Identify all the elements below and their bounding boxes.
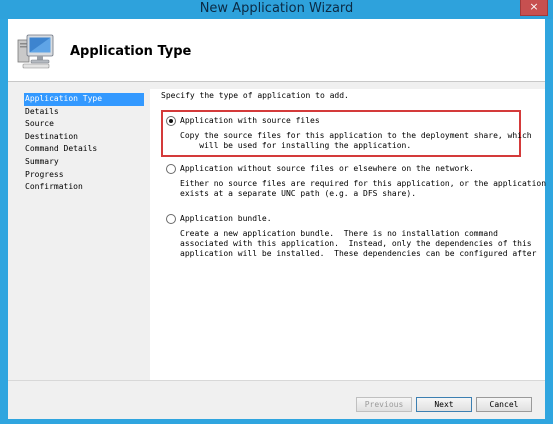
step-source: Source [25,119,54,129]
option-label-without-source-files[interactable]: Application without source files or else… [180,164,474,174]
content-panel: Specify the type of application to add. … [150,89,547,380]
step-command-details: Command Details [25,144,98,154]
option-label-application-bundle[interactable]: Application bundle. [180,214,272,224]
radio-application-bundle[interactable] [166,214,176,224]
next-button[interactable]: Next [416,397,472,412]
cancel-button[interactable]: Cancel [476,397,532,412]
wizard-window: Application Type Application Type Detail… [8,19,547,419]
step-details: Details [25,106,59,116]
step-confirmation: Confirmation [25,182,83,192]
wizard-footer: Previous Next Cancel [8,380,545,419]
wizard-steps-nav: Application Type Details Source Destinat… [24,93,144,194]
radio-without-source-files[interactable] [166,164,176,174]
option-desc-without-source-files: Either no source files are required for … [180,179,547,198]
step-destination: Destination [25,131,78,141]
radio-with-source-files[interactable] [166,116,176,126]
option-desc-with-source-files: Copy the source files for this applicati… [180,131,532,150]
title-bar: New Application Wizard × [0,0,553,19]
page-title: Application Type [70,44,192,59]
window-title: New Application Wizard [199,1,354,16]
option-desc-application-bundle: Create a new application bundle. There i… [180,229,537,258]
prompt-text: Specify the type of application to add. [161,91,349,100]
step-progress: Progress [25,169,64,179]
previous-button[interactable]: Previous [356,397,412,412]
close-button[interactable]: × [520,0,548,16]
wizard-header: Application Type [8,19,545,82]
computer-monitor-icon [17,34,54,69]
step-application-type: Application Type [24,93,144,106]
option-label-with-source-files[interactable]: Application with source files [180,116,320,126]
step-summary: Summary [25,156,59,166]
